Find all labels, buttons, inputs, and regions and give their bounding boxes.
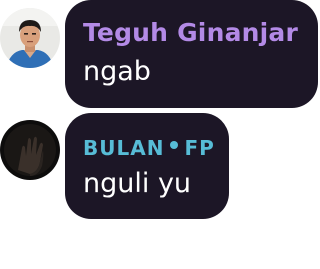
sender-name[interactable]: Teguh Ginanjar — [83, 18, 298, 47]
chat-message-list: Teguh Ginanjar ngab BULAN FP nguli yu — [0, 0, 320, 269]
person-photo-avatar-icon — [0, 8, 60, 68]
sender-name-part: FP — [184, 136, 215, 160]
sender-name-part: BULAN — [83, 136, 165, 160]
message-text: ngab — [83, 56, 151, 87]
message-bubble[interactable]: Teguh Ginanjar ngab — [65, 0, 318, 108]
chat-message: BULAN FP nguli yu — [0, 113, 320, 219]
message-text: nguli yu — [83, 168, 192, 199]
dot-separator-icon — [170, 141, 179, 149]
avatar[interactable] — [0, 8, 60, 68]
message-bubble[interactable]: BULAN FP nguli yu — [65, 113, 229, 219]
dark-hand-photo-avatar-icon — [0, 120, 60, 180]
avatar[interactable] — [0, 120, 60, 180]
sender-name[interactable]: BULAN FP — [83, 136, 215, 160]
chat-message: Teguh Ginanjar ngab — [0, 0, 320, 108]
